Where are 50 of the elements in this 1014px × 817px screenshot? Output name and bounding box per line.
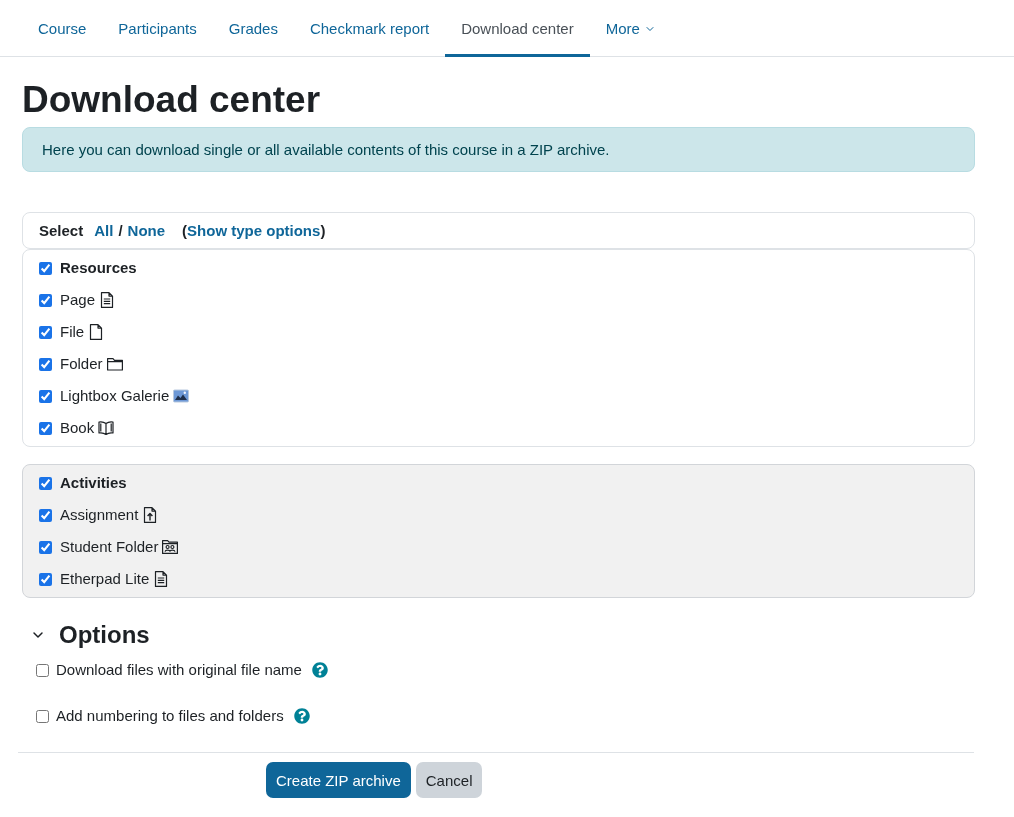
checkbox[interactable] <box>39 325 52 339</box>
group-label: Activities <box>60 474 127 492</box>
select-none-link[interactable]: None <box>127 222 166 239</box>
file-upload-icon <box>142 507 159 523</box>
document-icon <box>153 571 170 587</box>
folder-icon <box>106 356 123 372</box>
checkbox[interactable] <box>36 709 49 723</box>
section-heading: Options <box>59 620 150 650</box>
select-label: Select <box>39 222 84 239</box>
document-icon <box>99 292 116 308</box>
help-icon[interactable] <box>293 708 310 724</box>
item-label: Book <box>60 419 95 437</box>
nav-tab[interactable]: Checkmark report <box>293 0 446 57</box>
picture-icon <box>173 388 190 404</box>
item-label: Assignment <box>60 506 139 524</box>
nav-tab[interactable]: More <box>589 0 672 57</box>
nav-tab[interactable]: Grades <box>212 0 294 57</box>
checkbox[interactable] <box>39 293 52 307</box>
checkbox[interactable] <box>39 572 52 586</box>
item-label: Etherpad Lite <box>60 570 150 588</box>
info-alert: Here you can download single or all available contents of this course in a ZIP archive. <box>22 127 975 172</box>
folder-people-icon <box>162 539 179 555</box>
show-type-options-link[interactable]: (Show type options) <box>182 222 326 239</box>
item-label: Student Folder <box>60 538 159 556</box>
checkbox[interactable] <box>39 508 52 522</box>
book-icon <box>98 420 115 436</box>
item-label: Lightbox Galerie <box>60 387 170 405</box>
option-label: Add numbering to files and folders <box>56 707 284 725</box>
select-all-link[interactable]: All <box>94 222 114 239</box>
checkbox[interactable] <box>36 663 49 677</box>
checkbox[interactable] <box>39 421 52 435</box>
item-label: File <box>60 323 85 341</box>
slash-separator: / <box>118 222 123 239</box>
option-label: Download files with original file name <box>56 661 302 679</box>
nav-tab[interactable]: Participants <box>102 0 213 57</box>
group-label: Resources <box>60 259 137 277</box>
help-icon[interactable] <box>311 662 328 678</box>
item-label: Folder <box>60 355 103 373</box>
file-icon <box>88 324 105 340</box>
submit-button[interactable]: Create ZIP archive <box>266 762 411 798</box>
item-label: Page <box>60 291 96 309</box>
checkbox[interactable] <box>39 476 52 490</box>
checkbox[interactable] <box>39 540 52 554</box>
checkbox[interactable] <box>39 261 52 275</box>
checkbox[interactable] <box>39 389 52 403</box>
cancel-button[interactable]: Cancel <box>415 762 483 798</box>
checkbox[interactable] <box>39 357 52 371</box>
page-title: Download center <box>22 79 322 121</box>
nav-tab[interactable]: Course <box>22 0 103 57</box>
nav-tab[interactable]: Download center <box>445 0 590 57</box>
